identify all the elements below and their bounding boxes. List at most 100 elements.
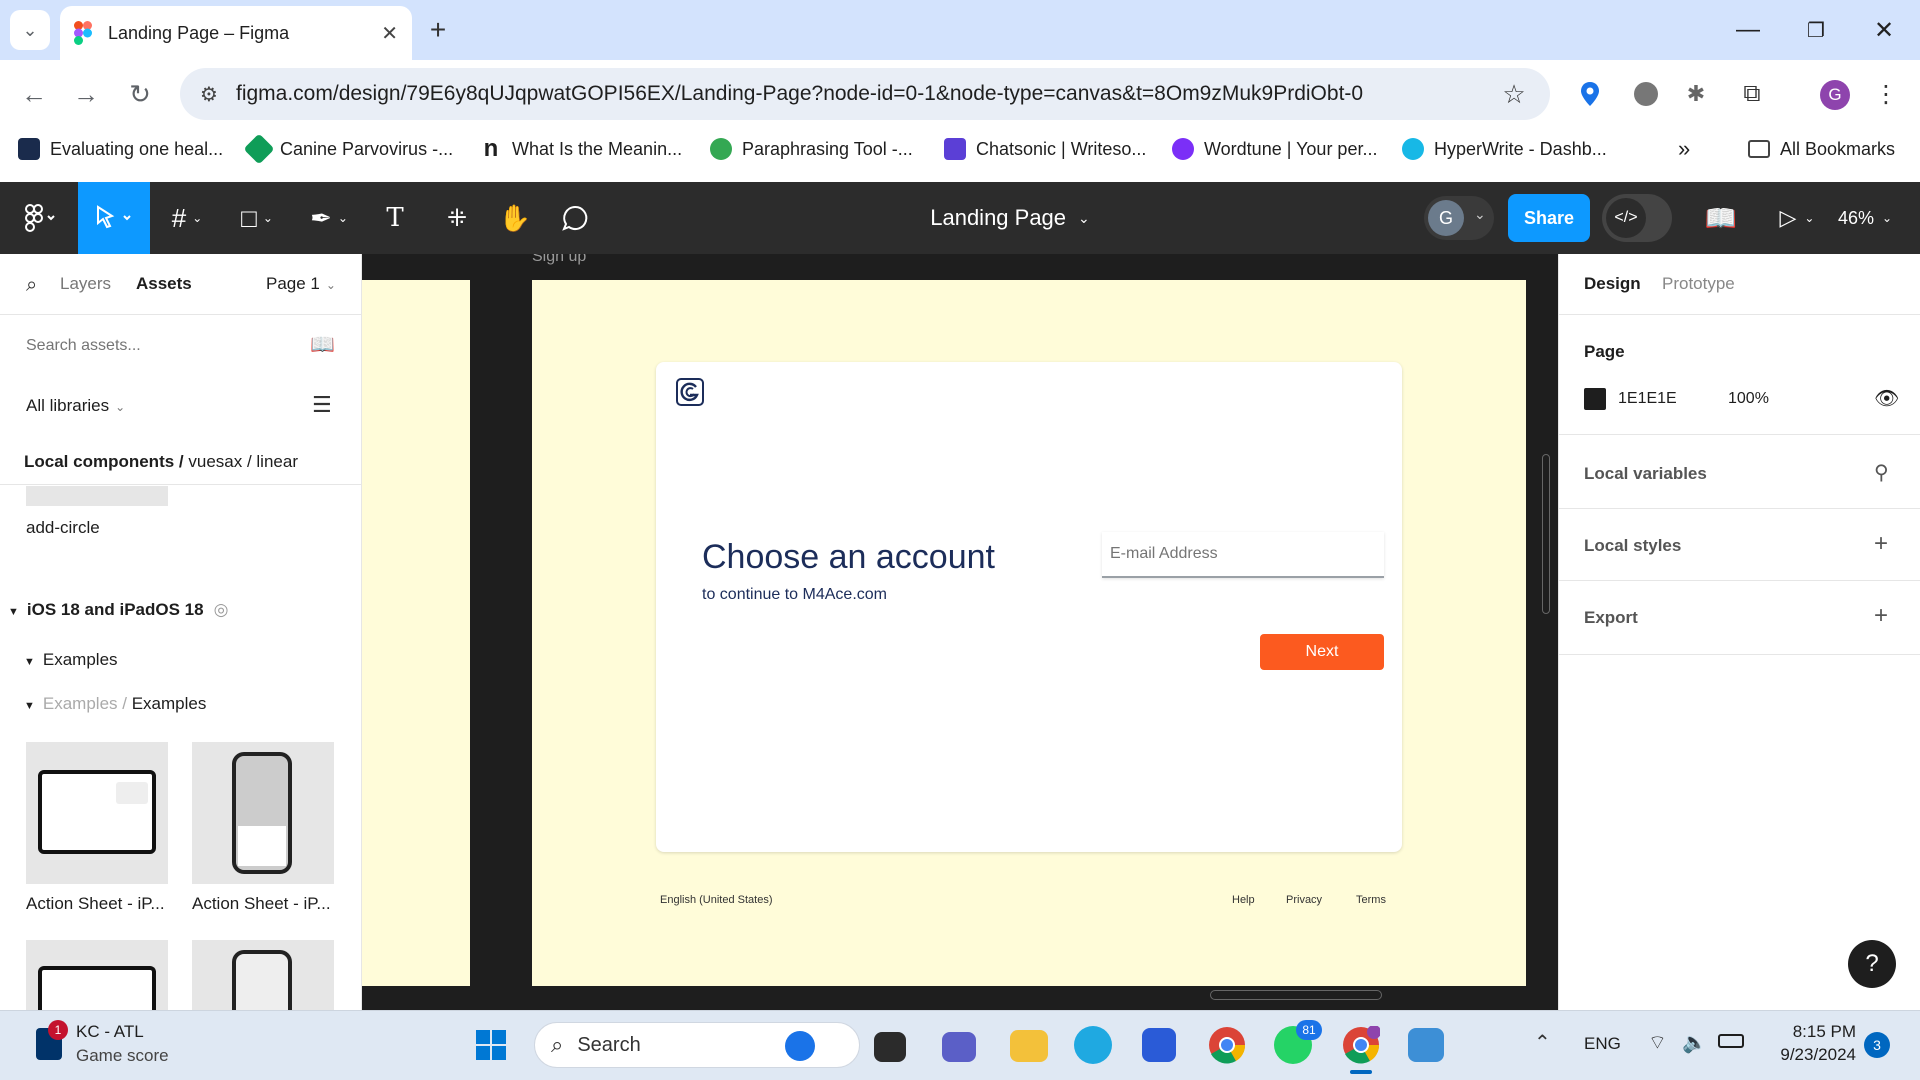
tab-search-chevron-icon[interactable]: ⌄ (10, 10, 50, 50)
windows-start-icon[interactable] (476, 1030, 506, 1060)
multiplayer-avatars[interactable]: G ⌄ (1424, 196, 1494, 240)
add-style-icon[interactable]: + (1874, 530, 1888, 558)
reload-icon[interactable]: ↻ (120, 74, 160, 114)
browser-tab[interactable]: Landing Page – Figma ✕ (60, 6, 412, 60)
chrome-menu-icon[interactable]: ⋮ (1866, 74, 1906, 114)
chrome-profile-icon[interactable] (1342, 1025, 1381, 1064)
variables-icon[interactable]: ⚲ (1874, 460, 1889, 485)
footer-terms-link[interactable]: Terms (1356, 894, 1386, 906)
page-opacity[interactable]: 100% (1728, 390, 1769, 408)
site-info-icon[interactable]: ⚙ (200, 82, 218, 107)
library-book-icon[interactable]: 📖 (1686, 182, 1756, 254)
adjacent-frame[interactable] (362, 280, 470, 986)
asset-thumbnail[interactable] (192, 742, 334, 884)
volume-icon[interactable]: 🔈 (1682, 1030, 1707, 1055)
all-libraries-select[interactable]: All libraries ⌄ (26, 396, 125, 416)
present-play-icon[interactable]: ▷ ⌄ (1762, 182, 1832, 254)
asset-thumbnail[interactable] (26, 940, 168, 1010)
clock-date[interactable]: 9/23/2024 (1756, 1045, 1856, 1065)
library-section-header[interactable]: ▼ iOS 18 and iPadOS 18 ◎ (8, 600, 228, 620)
help-button[interactable]: ? (1848, 940, 1896, 988)
taskbar-search[interactable]: ⌕ Search (534, 1022, 860, 1068)
photos-icon[interactable] (1408, 1028, 1444, 1062)
task-view-icon[interactable] (874, 1032, 906, 1062)
file-title-menu[interactable]: Landing Page ⌄ (860, 182, 1160, 254)
comment-tool-icon[interactable] (540, 182, 610, 254)
pen-tool-icon[interactable]: ✒ ⌄ (294, 182, 364, 254)
export-section[interactable]: Export (1584, 608, 1638, 628)
local-styles[interactable]: Local styles (1584, 536, 1681, 556)
vertical-scrollbar[interactable] (1542, 454, 1550, 614)
extensions-icon[interactable]: ⧉ (1732, 74, 1772, 114)
footer-help-link[interactable]: Help (1232, 894, 1255, 906)
edge-icon[interactable] (1074, 1026, 1112, 1064)
signup-frame[interactable]: Choose an account to continue to M4Ace.c… (532, 280, 1526, 986)
extension-globe-icon[interactable] (1634, 82, 1658, 106)
search-icon[interactable]: ⌕ (26, 274, 37, 297)
forward-icon[interactable]: → (66, 74, 106, 114)
tab-design[interactable]: Design (1584, 274, 1641, 294)
widget-subtitle[interactable]: Game score (76, 1046, 169, 1066)
tab-layers[interactable]: Layers (60, 274, 111, 294)
store-icon[interactable] (1142, 1028, 1176, 1062)
tab-prototype[interactable]: Prototype (1662, 274, 1735, 294)
horizontal-scrollbar[interactable] (1210, 990, 1382, 1000)
share-button[interactable]: Share (1508, 194, 1590, 242)
all-bookmarks[interactable]: All Bookmarks (1748, 132, 1895, 166)
eye-icon[interactable]: 👁 (1874, 386, 1899, 411)
move-tool-icon[interactable] (78, 182, 150, 254)
asset-thumbnail[interactable] (192, 940, 334, 1010)
frame-label[interactable]: Sign up (532, 254, 586, 266)
asset-thumbnail[interactable] (26, 742, 168, 884)
figma-main-menu-icon[interactable] (6, 182, 76, 254)
page-color-hex[interactable]: 1E1E1E (1618, 390, 1677, 408)
component-thumbnail[interactable] (26, 486, 168, 506)
address-bar[interactable]: ⚙ figma.com/design/79E6y8qUJqpwatGOPI56E… (180, 68, 1550, 120)
email-input[interactable] (1102, 532, 1384, 578)
new-tab-icon[interactable]: + (418, 10, 458, 50)
examples-subgroup[interactable]: ▼ Examples / Examples (24, 694, 206, 714)
bookmark-6[interactable]: Wordtune | Your per... (1172, 132, 1377, 166)
close-tab-icon[interactable]: ✕ (381, 21, 398, 46)
library-book-icon[interactable]: 📖 (310, 332, 335, 357)
chevron-up-icon[interactable]: ⌃ (1534, 1030, 1551, 1055)
back-icon[interactable]: ← (14, 74, 54, 114)
minimize-icon[interactable]: — (1728, 10, 1768, 50)
local-variables[interactable]: Local variables (1584, 464, 1707, 484)
widget-title[interactable]: KC - ATL (76, 1022, 144, 1042)
bookmark-5[interactable]: Chatsonic | Writeso... (944, 132, 1146, 166)
bookmark-3[interactable]: n What Is the Meanin... (480, 132, 682, 166)
next-button[interactable]: Next (1260, 634, 1384, 670)
battery-icon[interactable] (1718, 1034, 1744, 1048)
list-view-icon[interactable]: ☰ (312, 392, 332, 418)
page-color-swatch[interactable] (1584, 388, 1606, 410)
language-indicator[interactable]: ENG (1584, 1034, 1621, 1054)
location-pin-icon[interactable] (1580, 82, 1600, 106)
footer-language[interactable]: English (United States) (660, 894, 773, 906)
file-explorer-icon[interactable] (1010, 1030, 1048, 1062)
wifi-icon[interactable]: ⌔ (1648, 1030, 1667, 1055)
text-tool-icon[interactable]: T (360, 182, 430, 254)
shape-tool-icon[interactable]: □ ⌄ (222, 182, 292, 254)
notification-count[interactable]: 3 (1864, 1032, 1890, 1058)
tab-assets[interactable]: Assets (136, 274, 192, 294)
footer-privacy-link[interactable]: Privacy (1286, 894, 1322, 906)
examples-group[interactable]: ▼ Examples (24, 650, 118, 670)
bookmark-1[interactable]: Evaluating one heal... (18, 132, 223, 166)
clock-time[interactable]: 8:15 PM (1756, 1022, 1856, 1042)
teams-icon[interactable] (942, 1032, 976, 1062)
design-canvas[interactable]: Sign up Choose an account to continue to… (362, 254, 1558, 1010)
extension-puzzle-gray-icon[interactable]: ✱ (1676, 74, 1716, 114)
bookmark-star-icon[interactable]: ☆ (1494, 74, 1534, 114)
bookmark-4[interactable]: Paraphrasing Tool -... (710, 132, 913, 166)
bookmark-2[interactable]: Canine Parvovirus -... (243, 132, 453, 166)
frame-tool-icon[interactable]: # ⌄ (152, 182, 222, 254)
add-export-icon[interactable]: + (1874, 602, 1888, 630)
dev-mode-toggle[interactable]: </> (1602, 194, 1672, 242)
search-assets-input[interactable] (26, 332, 296, 360)
profile-avatar[interactable]: G (1820, 80, 1850, 110)
restore-icon[interactable]: ❐ (1796, 10, 1836, 50)
more-bookmarks-icon[interactable]: » (1678, 132, 1690, 166)
zoom-menu[interactable]: 46% ⌄ (1838, 182, 1912, 254)
page-select[interactable]: Page 1 ⌄ (266, 274, 336, 294)
